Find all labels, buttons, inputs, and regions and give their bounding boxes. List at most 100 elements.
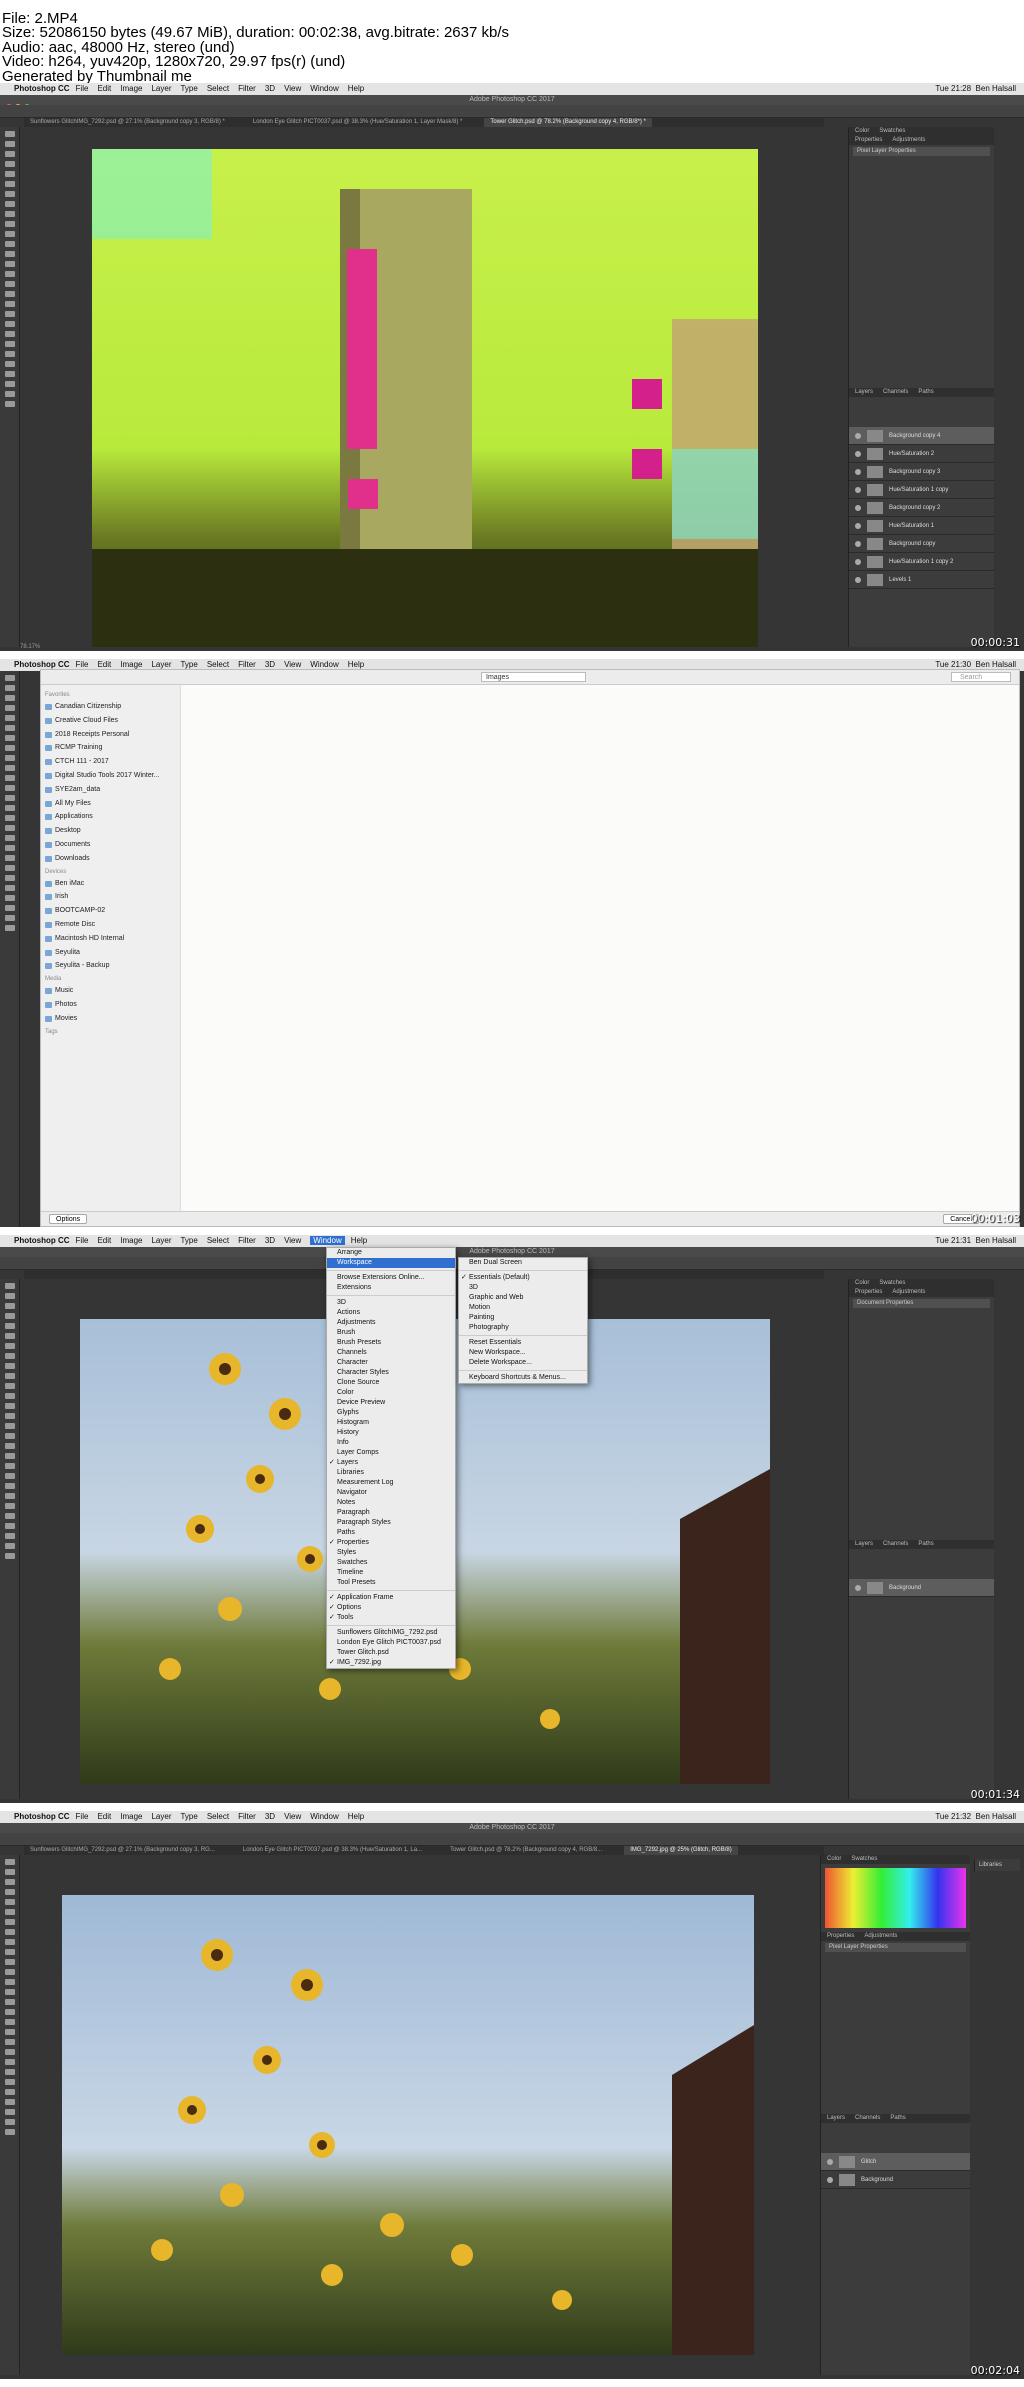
tab-paths[interactable]: Paths — [918, 389, 933, 395]
menu-file[interactable]: File — [76, 660, 89, 669]
layer-row[interactable]: Background copy 3 — [849, 463, 994, 481]
menu-item[interactable]: Histogram — [327, 1418, 455, 1428]
tab-tower[interactable]: Tower Glitch.psd @ 78.2% (Background cop… — [444, 1846, 608, 1855]
menu-item[interactable]: Motion — [459, 1303, 587, 1313]
color-spectrum[interactable] — [825, 1868, 966, 1928]
menu-image[interactable]: Image — [120, 84, 142, 93]
options-button[interactable]: Options — [49, 1214, 88, 1224]
menu-3d[interactable]: 3D — [265, 660, 275, 669]
tools-panel[interactable] — [0, 1855, 20, 2375]
menu-image[interactable]: Image — [120, 1812, 142, 1821]
tools-panel[interactable] — [0, 127, 20, 647]
menu-layer[interactable]: Layer — [151, 660, 171, 669]
window-controls[interactable] — [6, 97, 46, 110]
menu-window[interactable]: Window — [310, 660, 338, 669]
sidebar-item[interactable]: All My Files — [41, 797, 180, 811]
menu-item[interactable]: Device Preview — [327, 1398, 455, 1408]
menu-item[interactable]: Browse Extensions Online... — [327, 1273, 455, 1283]
menu-filter[interactable]: Filter — [238, 84, 256, 93]
layer-row[interactable]: Hue/Saturation 1 copy 2 — [849, 553, 994, 571]
menu-item[interactable]: Character — [327, 1358, 455, 1368]
menu-edit[interactable]: Edit — [97, 1236, 111, 1245]
menu-3d[interactable]: 3D — [265, 1236, 275, 1245]
menu-image[interactable]: Image — [120, 1236, 142, 1245]
menu-item[interactable]: Keyboard Shortcuts & Menus... — [459, 1373, 587, 1383]
layer-row[interactable]: Glitch — [821, 2153, 970, 2171]
menu-item[interactable]: Arrange — [327, 1248, 455, 1258]
menu-item[interactable]: IMG_7292.jpg — [327, 1658, 455, 1668]
menu-file[interactable]: File — [76, 1812, 89, 1821]
tab-adjustments[interactable]: Adjustments — [892, 1289, 925, 1295]
layer-row[interactable]: Background — [821, 2171, 970, 2189]
menu-help[interactable]: Help — [351, 1236, 367, 1245]
menu-item[interactable]: Timeline — [327, 1568, 455, 1578]
menu-type[interactable]: Type — [180, 1236, 197, 1245]
layer-row[interactable]: Levels 1 — [849, 571, 994, 589]
tab-properties[interactable]: Properties — [827, 1933, 854, 1939]
menu-item[interactable]: London Eye Glitch PICT0037.psd — [327, 1638, 455, 1648]
menu-view[interactable]: View — [284, 660, 301, 669]
app-menu[interactable]: Photoshop CC — [14, 84, 70, 93]
menu-item[interactable]: Tower Glitch.psd — [327, 1648, 455, 1658]
menu-item[interactable]: New Workspace... — [459, 1348, 587, 1358]
layer-row[interactable]: Hue/Saturation 1 — [849, 517, 994, 535]
menu-item-workspace[interactable]: Workspace — [327, 1258, 455, 1268]
menu-edit[interactable]: Edit — [97, 660, 111, 669]
sidebar-item[interactable]: SYE2am_data — [41, 783, 180, 797]
menu-image[interactable]: Image — [120, 660, 142, 669]
menu-file[interactable]: File — [76, 84, 89, 93]
menu-item[interactable]: Brush Presets — [327, 1338, 455, 1348]
menu-layer[interactable]: Layer — [151, 1812, 171, 1821]
tab-paths[interactable]: Paths — [918, 1541, 933, 1547]
canvas-tower-glitch[interactable] — [92, 149, 758, 647]
menu-select[interactable]: Select — [207, 1812, 229, 1821]
sidebar-item[interactable]: Desktop — [41, 824, 180, 838]
menu-item[interactable]: Delete Workspace... — [459, 1358, 587, 1368]
menu-item[interactable]: Notes — [327, 1498, 455, 1508]
layer-row[interactable]: Background copy 4 — [849, 427, 994, 445]
tab-color[interactable]: Color — [827, 1856, 841, 1862]
sidebar-item[interactable]: 2018 Receipts Personal — [41, 728, 180, 742]
menu-item[interactable]: Brush — [327, 1328, 455, 1338]
tab-paths[interactable]: Paths — [890, 2115, 905, 2121]
layer-row[interactable]: Background copy 2 — [849, 499, 994, 517]
menu-item[interactable]: Paragraph Styles — [327, 1518, 455, 1528]
tab-tower[interactable]: Tower Glitch.psd @ 78.2% (Background cop… — [484, 118, 652, 127]
sidebar-item[interactable]: Photos — [41, 998, 180, 1012]
tab-channels[interactable]: Channels — [855, 2115, 880, 2121]
sidebar-item[interactable]: Remote Disc — [41, 918, 180, 932]
tab-swatches[interactable]: Swatches — [879, 1280, 905, 1286]
location-popup[interactable]: Images — [481, 672, 586, 682]
menu-item[interactable]: Paths — [327, 1528, 455, 1538]
menu-item[interactable]: Layer Comps — [327, 1448, 455, 1458]
menu-filter[interactable]: Filter — [238, 1236, 256, 1245]
tab-london-eye[interactable]: London Eye Glitch PICT0037.psd @ 38.3% (… — [247, 118, 469, 127]
menu-window[interactable]: Window — [310, 1236, 345, 1245]
menu-select[interactable]: Select — [207, 84, 229, 93]
tab-sunflowers[interactable]: Sunflowers GlitchIMG_7292.psd @ 27.1% (B… — [24, 118, 231, 127]
libraries-panel-button[interactable]: Libraries — [974, 1859, 1020, 1871]
sidebar-item[interactable]: Ben iMac — [41, 877, 180, 891]
menu-item[interactable]: Painting — [459, 1313, 587, 1323]
tab-properties[interactable]: Properties — [855, 1289, 882, 1295]
menu-edit[interactable]: Edit — [97, 84, 111, 93]
canvas-sunflowers[interactable] — [62, 1895, 754, 2355]
sidebar-item[interactable]: Creative Cloud Files — [41, 714, 180, 728]
menu-item[interactable]: Measurement Log — [327, 1478, 455, 1488]
tab-adjustments[interactable]: Adjustments — [892, 137, 925, 143]
menu-item[interactable]: Glyphs — [327, 1408, 455, 1418]
tools-panel[interactable] — [0, 671, 20, 1227]
menu-type[interactable]: Type — [180, 1812, 197, 1821]
menu-item[interactable]: Tools — [327, 1613, 455, 1623]
menu-item[interactable]: Navigator — [327, 1488, 455, 1498]
menu-filter[interactable]: Filter — [238, 660, 256, 669]
menu-item[interactable]: Color — [327, 1388, 455, 1398]
menu-item[interactable]: Libraries — [327, 1468, 455, 1478]
menu-item[interactable]: Adjustments — [327, 1318, 455, 1328]
tab-color[interactable]: Color — [855, 1280, 869, 1286]
menu-item[interactable]: Graphic and Web — [459, 1293, 587, 1303]
sidebar-item[interactable]: Seyulita - Backup — [41, 959, 180, 973]
layer-row[interactable]: Background copy — [849, 535, 994, 553]
tab-sunflowers[interactable]: Sunflowers GlitchIMG_7292.psd @ 27.1% (B… — [24, 1846, 221, 1855]
menu-item[interactable]: Actions — [327, 1308, 455, 1318]
